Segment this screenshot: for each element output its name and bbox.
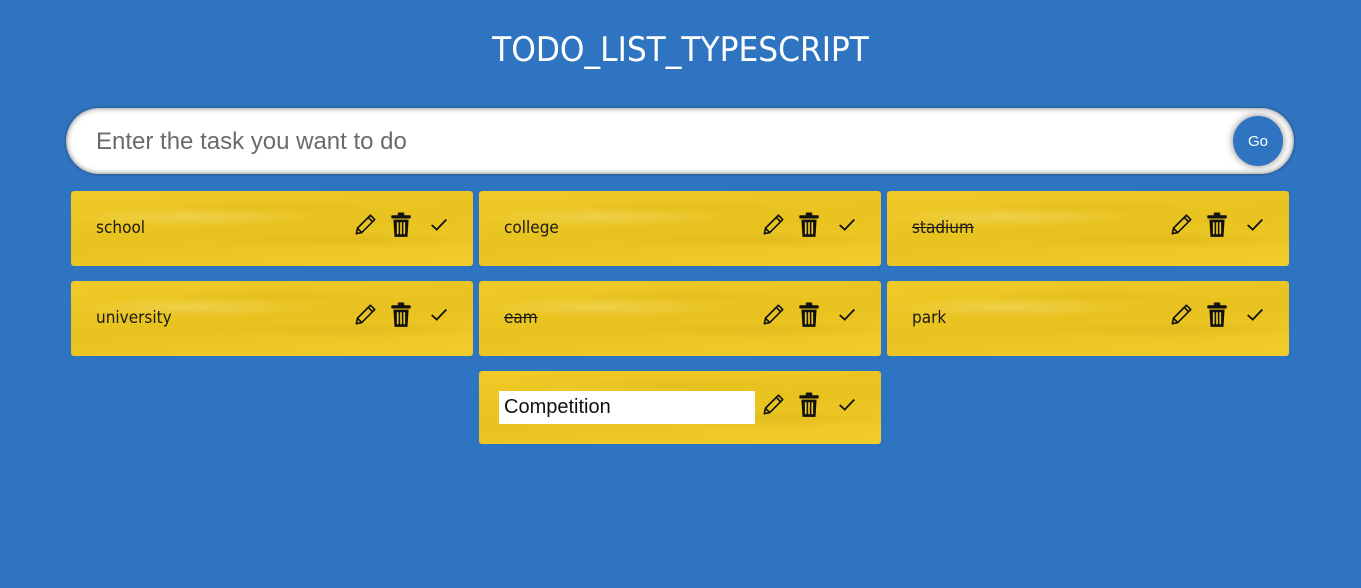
- todo-card: school: [71, 191, 473, 266]
- check-icon[interactable]: [833, 211, 861, 239]
- todo-text: university: [96, 308, 172, 328]
- task-input-form: Go: [66, 108, 1294, 174]
- check-icon[interactable]: [1241, 301, 1269, 329]
- pencil-icon[interactable]: [351, 301, 379, 329]
- todo-actions: [759, 301, 861, 329]
- trash-icon[interactable]: [795, 211, 823, 239]
- pencil-icon[interactable]: [351, 211, 379, 239]
- todo-card-editing: [479, 371, 881, 444]
- pencil-icon[interactable]: [759, 301, 787, 329]
- todo-actions: [351, 211, 453, 239]
- todo-text-completed: eam: [504, 308, 538, 328]
- trash-icon[interactable]: [1203, 211, 1231, 239]
- check-icon[interactable]: [833, 391, 861, 419]
- check-icon[interactable]: [425, 211, 453, 239]
- todo-actions: [351, 301, 453, 329]
- todo-actions: [759, 391, 861, 419]
- todo-card: eam: [479, 281, 881, 356]
- check-icon[interactable]: [1241, 211, 1269, 239]
- todo-text: college: [504, 218, 559, 238]
- trash-icon[interactable]: [795, 301, 823, 329]
- todo-text-completed: stadium: [912, 218, 974, 238]
- trash-icon[interactable]: [795, 391, 823, 419]
- todo-card: university: [71, 281, 473, 356]
- todo-card: stadium: [887, 191, 1289, 266]
- todo-text: park: [912, 308, 947, 328]
- pencil-icon[interactable]: [759, 211, 787, 239]
- todo-actions: [1167, 301, 1269, 329]
- go-button[interactable]: Go: [1233, 116, 1283, 166]
- pencil-icon[interactable]: [1167, 301, 1195, 329]
- pencil-icon[interactable]: [759, 391, 787, 419]
- check-icon[interactable]: [833, 301, 861, 329]
- app-title: TODO_LIST_TYPESCRIPT: [492, 30, 869, 70]
- todo-edit-input[interactable]: [499, 391, 755, 424]
- todo-card: park: [887, 281, 1289, 356]
- todo-actions: [759, 211, 861, 239]
- trash-icon[interactable]: [387, 211, 415, 239]
- task-input[interactable]: [94, 116, 1218, 168]
- todo-card: college: [479, 191, 881, 266]
- todo-actions: [1167, 211, 1269, 239]
- todo-text: school: [96, 218, 146, 238]
- pencil-icon[interactable]: [1167, 211, 1195, 239]
- check-icon[interactable]: [425, 301, 453, 329]
- trash-icon[interactable]: [387, 301, 415, 329]
- trash-icon[interactable]: [1203, 301, 1231, 329]
